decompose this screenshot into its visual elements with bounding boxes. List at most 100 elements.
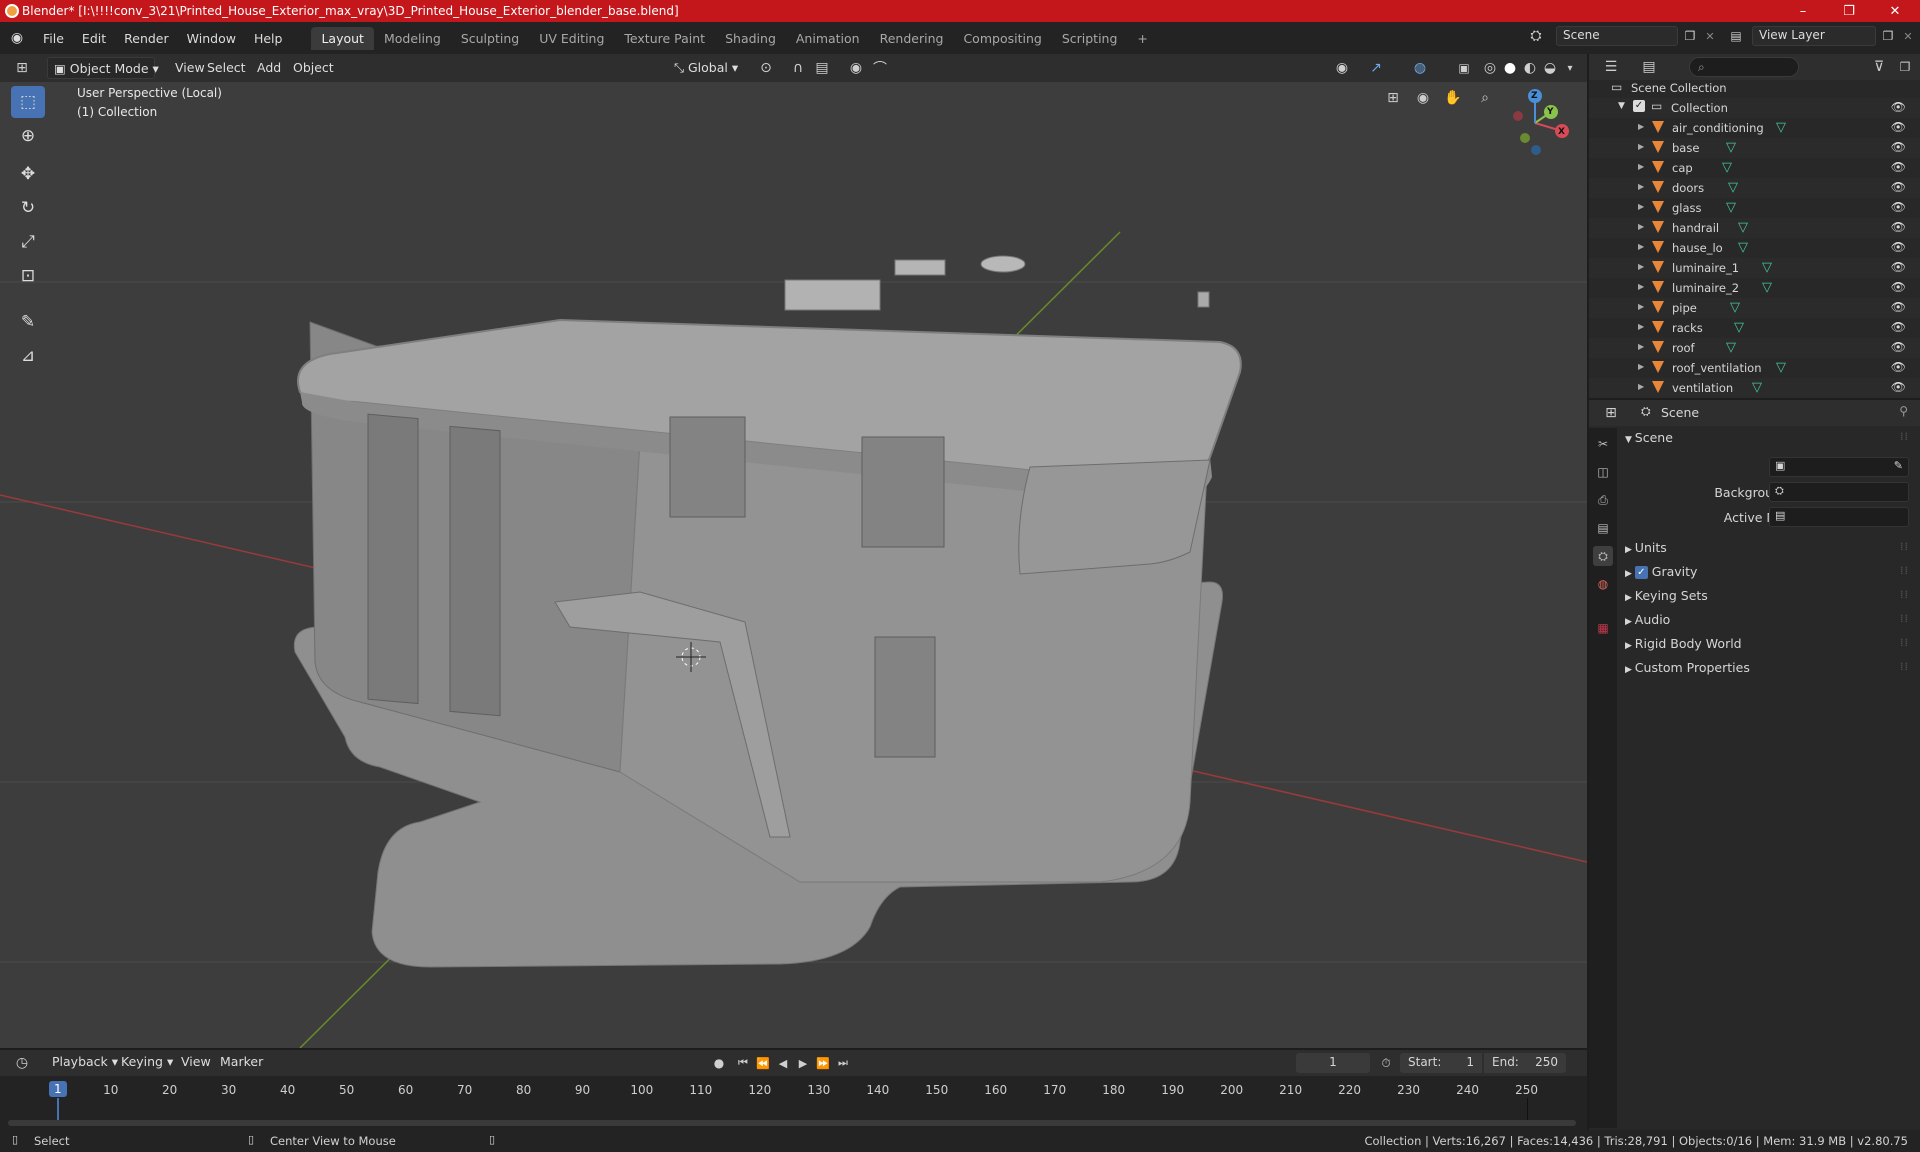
- pan-hand-icon[interactable]: ✋: [1440, 85, 1466, 111]
- outliner-editor-icon[interactable]: ☰: [1601, 57, 1621, 77]
- gravity-panel[interactable]: ▶ ✓ Gravity ⁞⁞: [1625, 564, 1915, 579]
- outliner-object-row[interactable]: ▶ ventilation ▽ 👁: [1589, 378, 1920, 398]
- editor-type-icon[interactable]: ⊞: [12, 58, 32, 78]
- expand-arrow-icon[interactable]: ▶: [1638, 222, 1644, 231]
- snap-magnet-icon[interactable]: ∩: [788, 58, 808, 78]
- drag-handle-icon[interactable]: ⁞⁞: [1900, 564, 1909, 577]
- outliner-object-row[interactable]: ▶ hause_lo ▽ 👁: [1589, 238, 1920, 258]
- next-keyframe-icon[interactable]: ⏩: [813, 1053, 833, 1073]
- maximize-button[interactable]: ❐: [1826, 0, 1872, 22]
- close-button[interactable]: ✕: [1872, 0, 1918, 22]
- transform-tool-icon[interactable]: ⊡: [11, 260, 45, 292]
- display-mode-icon[interactable]: ▤: [1639, 57, 1659, 77]
- eye-icon[interactable]: 👁: [1891, 300, 1906, 314]
- annotate-tool-icon[interactable]: ✎: [11, 306, 45, 338]
- eye-icon[interactable]: 👁: [1891, 160, 1906, 174]
- eye-icon[interactable]: 👁: [1891, 120, 1906, 134]
- expand-arrow-icon[interactable]: ▶: [1638, 302, 1644, 311]
- outliner-object-row[interactable]: ▶ base ▽ 👁: [1589, 138, 1920, 158]
- shading-options-icon[interactable]: ▾: [1560, 58, 1580, 78]
- expand-arrow-icon[interactable]: ▶: [1638, 342, 1644, 351]
- menu-marker[interactable]: Marker: [214, 1051, 269, 1073]
- expand-arrow-icon[interactable]: ▶: [1638, 362, 1644, 371]
- rendered-shading-icon[interactable]: ◒: [1540, 58, 1560, 78]
- outliner-object-row[interactable]: ▶ glass ▽ 👁: [1589, 198, 1920, 218]
- expand-arrow-icon[interactable]: ▶: [1638, 162, 1644, 171]
- outliner-search-input[interactable]: ⌕: [1689, 57, 1799, 77]
- expand-arrow-icon[interactable]: ▶: [1638, 322, 1644, 331]
- tab-sculpting[interactable]: Sculpting: [451, 27, 529, 50]
- expand-arrow-icon[interactable]: ▶: [1638, 142, 1644, 151]
- blender-menu-icon[interactable]: ◉: [0, 30, 34, 46]
- transform-orientation-dropdown[interactable]: ⤡ Global ▾: [668, 57, 748, 79]
- timeline-scrollbar[interactable]: [8, 1120, 1576, 1126]
- start-frame-field[interactable]: Start: 1: [1400, 1053, 1482, 1073]
- expand-arrow-icon[interactable]: ▶: [1638, 182, 1644, 191]
- outliner-collection[interactable]: ▼ ✓ ▭ Collection 👁: [1589, 98, 1920, 118]
- scale-tool-icon[interactable]: ⤢: [11, 226, 45, 258]
- expand-arrow-icon[interactable]: ▶: [1638, 382, 1644, 391]
- eye-icon[interactable]: 👁: [1891, 220, 1906, 234]
- new-scene-icon[interactable]: ❐: [1680, 26, 1700, 46]
- pivot-icon[interactable]: ⊙: [756, 58, 776, 78]
- current-frame-field[interactable]: 1: [1296, 1053, 1370, 1073]
- drag-handle-icon[interactable]: ⁞⁞: [1900, 540, 1909, 553]
- active-movie-clip-field[interactable]: ▤: [1769, 507, 1909, 527]
- end-frame-field[interactable]: End: 250: [1484, 1053, 1566, 1073]
- tab-shading[interactable]: Shading: [715, 27, 786, 50]
- mesh-data-icon[interactable]: ▽: [1738, 220, 1748, 235]
- new-collection-icon[interactable]: ❐: [1895, 57, 1915, 77]
- mesh-data-icon[interactable]: ▽: [1776, 120, 1786, 135]
- menu-object[interactable]: Object: [287, 57, 340, 79]
- menu-help[interactable]: Help: [245, 31, 292, 46]
- jump-start-icon[interactable]: ⏮: [733, 1053, 753, 1073]
- custom-properties-panel[interactable]: ▶ Custom Properties ⁞⁞: [1625, 660, 1915, 675]
- outliner-object-row[interactable]: ▶ luminaire_2 ▽ 👁: [1589, 278, 1920, 298]
- solid-shading-icon[interactable]: ●: [1500, 58, 1520, 78]
- playhead-line[interactable]: [57, 1098, 59, 1120]
- texture-tab-icon[interactable]: ▦: [1593, 618, 1613, 638]
- expand-arrow-icon[interactable]: ▶: [1638, 122, 1644, 131]
- menu-playback[interactable]: Playback ▾: [46, 1051, 124, 1073]
- menu-render[interactable]: Render: [115, 31, 178, 46]
- mesh-data-icon[interactable]: ▽: [1726, 340, 1736, 355]
- new-view-layer-icon[interactable]: ❐: [1878, 26, 1898, 46]
- measure-tool-icon[interactable]: ⊿: [11, 340, 45, 372]
- menu-select[interactable]: Select: [201, 57, 252, 79]
- stopwatch-icon[interactable]: ⏱: [1376, 1053, 1396, 1073]
- camera-field[interactable]: ▣ ✎: [1769, 457, 1909, 477]
- outliner-object-row[interactable]: ▶ luminaire_1 ▽ 👁: [1589, 258, 1920, 278]
- eye-icon[interactable]: 👁: [1891, 180, 1906, 194]
- eye-icon[interactable]: 👁: [1891, 360, 1906, 374]
- rigid-body-world-panel[interactable]: ▶ Rigid Body World ⁞⁞: [1625, 636, 1915, 651]
- playhead-frame-marker[interactable]: 1: [49, 1081, 67, 1097]
- toggle-grid-view-icon[interactable]: ⊞: [1380, 85, 1406, 111]
- move-tool-icon[interactable]: ✥: [11, 158, 45, 190]
- mesh-data-icon[interactable]: ▽: [1726, 140, 1736, 155]
- zoom-icon[interactable]: ⌕: [1472, 85, 1498, 111]
- eye-icon[interactable]: 👁: [1891, 340, 1906, 354]
- navigation-gizmo[interactable]: [1505, 88, 1575, 158]
- visibility-icon[interactable]: ◉: [1332, 58, 1352, 78]
- expand-arrow-icon[interactable]: ▶: [1638, 242, 1644, 251]
- drag-handle-icon[interactable]: ⁞⁞: [1900, 430, 1909, 443]
- xray-icon[interactable]: ▣: [1454, 58, 1474, 78]
- tab-layout[interactable]: Layout: [311, 26, 374, 50]
- tab-animation[interactable]: Animation: [786, 27, 870, 50]
- mesh-data-icon[interactable]: ▽: [1734, 320, 1744, 335]
- outliner-object-row[interactable]: ▶ cap ▽ 👁: [1589, 158, 1920, 178]
- camera-view-icon[interactable]: ◉: [1410, 85, 1436, 111]
- mesh-data-icon[interactable]: ▽: [1722, 160, 1732, 175]
- outliner-object-row[interactable]: ▶ roof_ventilation ▽ 👁: [1589, 358, 1920, 378]
- background-scene-field[interactable]: ⛭: [1769, 482, 1909, 502]
- scene-field[interactable]: Scene: [1556, 26, 1678, 46]
- expand-arrow-icon[interactable]: ▶: [1638, 262, 1644, 271]
- gizmo-toggle-icon[interactable]: ↗: [1366, 58, 1386, 78]
- tab-uv-editing[interactable]: UV Editing: [529, 27, 614, 50]
- rotate-tool-icon[interactable]: ↻: [11, 192, 45, 224]
- drag-handle-icon[interactable]: ⁞⁞: [1900, 636, 1909, 649]
- cursor-tool-icon[interactable]: ⊕: [11, 120, 45, 152]
- tab-compositing[interactable]: Compositing: [953, 27, 1051, 50]
- eye-icon[interactable]: 👁: [1891, 320, 1906, 334]
- wireframe-shading-icon[interactable]: ◎: [1480, 58, 1500, 78]
